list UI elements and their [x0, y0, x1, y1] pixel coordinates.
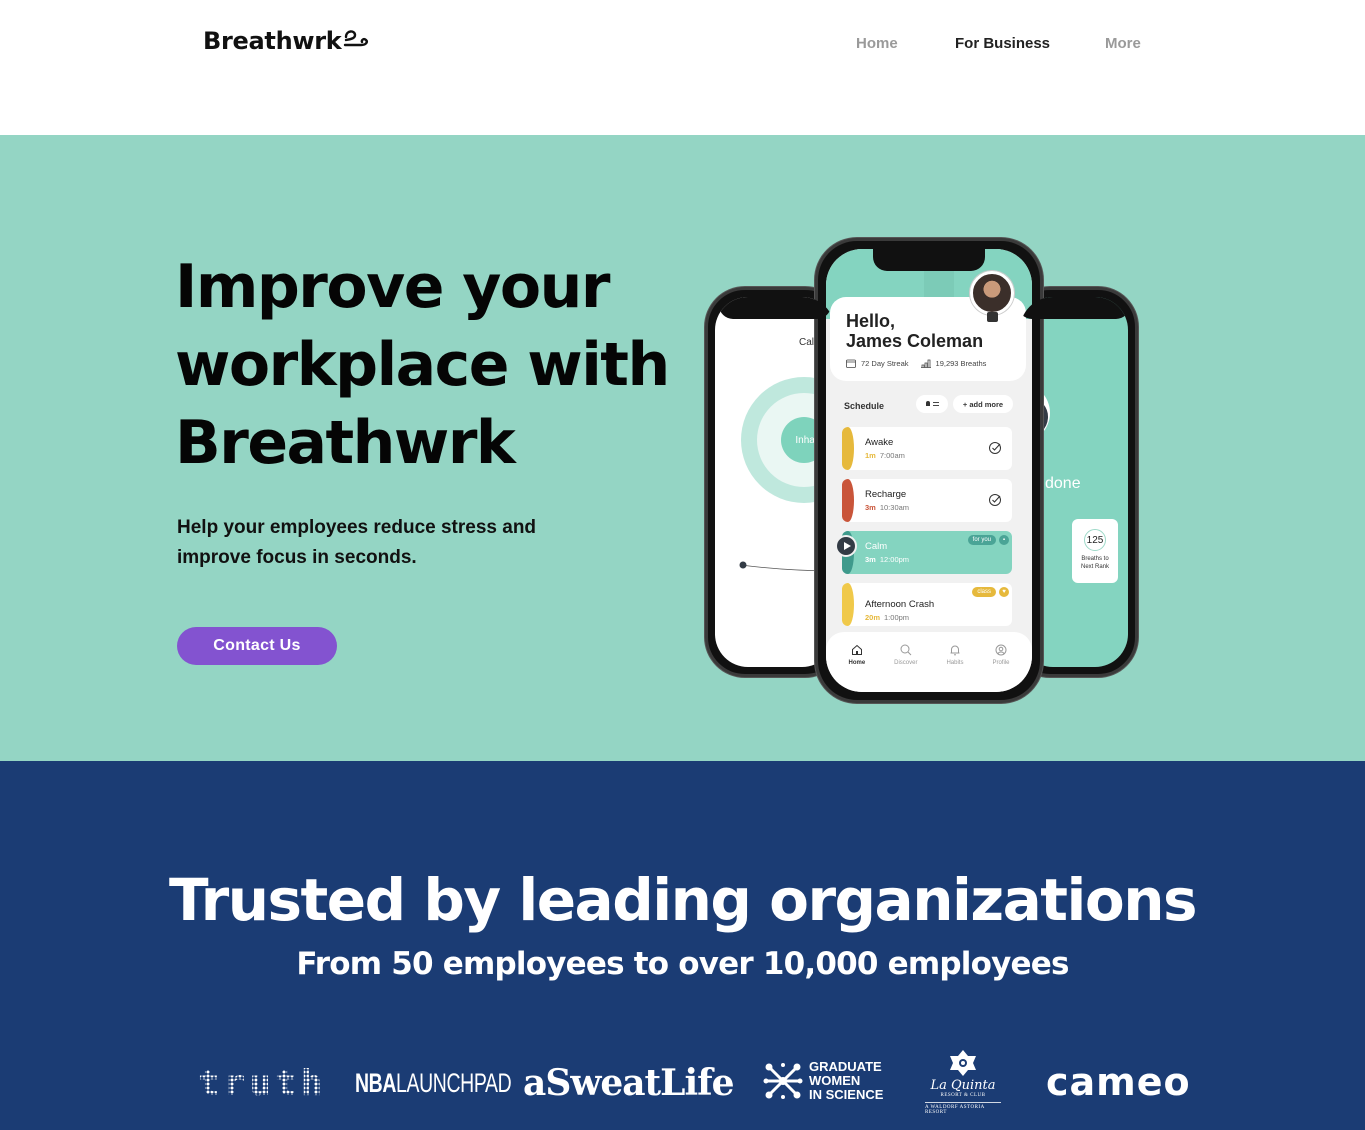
class-tag: class: [972, 587, 996, 597]
phone-notch: [873, 249, 985, 271]
phone-mockup-home: Hello, James Coleman 72 Day Streak 19,29…: [815, 238, 1043, 703]
bell-icon: [950, 645, 960, 656]
hero-title: Improve your workplace with Breathwrk: [175, 252, 670, 478]
check-icon: [989, 494, 1001, 506]
trusted-title: Trusted by leading organizations: [168, 866, 1198, 934]
trusted-subtitle: From 50 employees to over 10,000 employe…: [296, 946, 1069, 982]
hero-subtitle: Help your employees reduce stress and im…: [177, 517, 537, 568]
logo-graduate-women-in-science: GRADUATE WOMEN IN SCIENCE: [763, 1060, 883, 1102]
bottom-tab-bar: Home Discover Habits Profile: [826, 632, 1032, 692]
logo-asweatlife: aSweatLife: [523, 1062, 735, 1104]
schedule-item-recharge[interactable]: Recharge 3m 10:30am: [842, 479, 1012, 522]
schedule-item-afternoon-crash[interactable]: Afternoon Crash 20m 1:00pm class ♥: [842, 583, 1012, 626]
breaths-text: 19,293 Breaths: [935, 359, 987, 368]
add-more-button[interactable]: + add more: [953, 395, 1013, 413]
hero-section: Improve your workplace with Breathwrk He…: [0, 135, 1365, 761]
avatar[interactable]: [970, 271, 1014, 315]
profile-icon: [995, 644, 1007, 656]
flower-icon: [950, 1050, 976, 1076]
schedule-item-calm[interactable]: Calm 3m 12:00pm for you ▪: [842, 531, 1012, 574]
nav-for-business[interactable]: For Business: [955, 35, 1050, 52]
filter-button[interactable]: [916, 395, 948, 413]
schedule-item-awake[interactable]: Awake 1m 7:00am: [842, 427, 1012, 470]
nav-home[interactable]: Home: [856, 35, 898, 52]
greeting: Hello, James Coleman: [846, 311, 984, 351]
play-button[interactable]: [835, 535, 857, 557]
client-logos: truth NBALAUNCHPAD aSweatLife GRADUATE W…: [0, 1046, 1365, 1116]
trusted-section: Trusted by leading organizations From 50…: [0, 761, 1365, 1130]
search-icon: [900, 644, 912, 656]
check-icon: [989, 442, 1001, 454]
schedule-label: Schedule: [844, 401, 885, 411]
stat-value: 125: [1084, 529, 1106, 551]
done-text: done: [1045, 475, 1081, 492]
for-you-tag: for you: [967, 535, 996, 545]
logo-nba-launchpad: NBALAUNCHPAD: [355, 1068, 512, 1098]
item-color-bar: [842, 583, 854, 626]
user-name: James Coleman: [846, 331, 984, 351]
heart-icon: ♥: [999, 587, 1009, 597]
tab-habits[interactable]: Habits: [946, 644, 963, 692]
bell-filter-icon: [926, 401, 939, 406]
tab-profile[interactable]: Profile: [992, 644, 1009, 692]
phone-notch: [719, 297, 831, 319]
phone-screen: Hello, James Coleman 72 Day Streak 19,29…: [826, 249, 1032, 692]
contact-us-button[interactable]: Contact Us: [177, 627, 337, 665]
tab-discover[interactable]: Discover: [894, 644, 917, 692]
molecule-icon: [763, 1063, 803, 1099]
logo-truth: truth: [198, 1063, 327, 1104]
lock-icon: ▪: [999, 535, 1009, 545]
site-header: Breathwrk Home For Business More: [0, 0, 1365, 135]
logo-cameo: cameo: [1046, 1060, 1191, 1104]
bar-chart-icon: [920, 359, 931, 368]
slider-handle: [739, 561, 747, 569]
phone-notch: [1020, 297, 1128, 319]
item-color-bar: [842, 427, 854, 470]
streak-text: 72 Day Streak: [861, 359, 909, 368]
nav-more[interactable]: More: [1105, 35, 1141, 52]
calendar-icon: [846, 359, 856, 368]
stat-card-next-rank: 125 Breaths to Next Rank: [1072, 519, 1118, 583]
rank-badge-icon: [987, 312, 998, 322]
item-color-bar: [842, 479, 854, 522]
home-icon: [851, 644, 862, 655]
tab-home[interactable]: Home: [848, 644, 865, 692]
stat-label: Breaths to Next Rank: [1080, 556, 1109, 570]
logo-la-quinta: La Quinta RESORT & CLUB A WALDORF ASTORI…: [925, 1050, 1001, 1115]
main-nav: Home For Business More: [0, 35, 1365, 55]
stats-row: 72 Day Streak 19,293 Breaths: [846, 359, 998, 368]
